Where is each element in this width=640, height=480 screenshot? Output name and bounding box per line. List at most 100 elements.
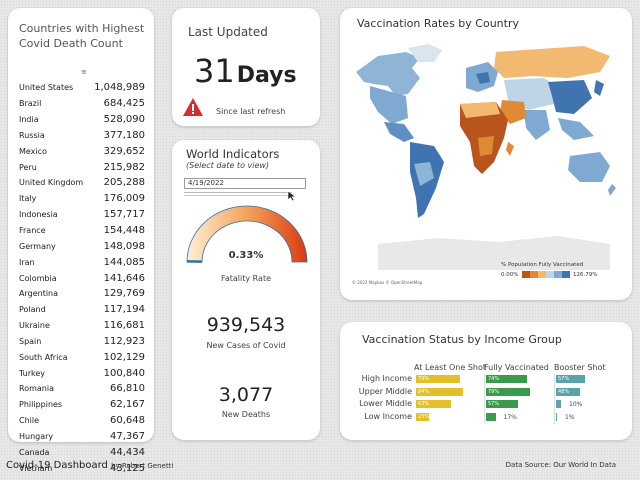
country-row[interactable]: Indonesia 157,717 — [19, 207, 145, 223]
country-name: Brazil — [19, 99, 42, 109]
country-name: France — [19, 226, 46, 236]
days-count: 31 — [194, 52, 235, 90]
income-row-label: Low Income — [364, 411, 412, 421]
map-legend-color-bar — [522, 271, 570, 278]
vaccination-map-title: Vaccination Rates by Country — [357, 17, 519, 30]
country-row[interactable]: Argentina 129,769 — [19, 286, 145, 302]
map-credit: © 2022 Mapbox © OpenStreetMap — [352, 280, 423, 285]
country-name: Philippines — [19, 400, 63, 410]
income-column-header: At Least One Shot — [414, 363, 487, 372]
income-bar-full[interactable]: 57% — [486, 400, 518, 408]
income-bar-one-shot[interactable]: 23% — [416, 412, 429, 421]
country-row[interactable]: Germany 148,098 — [19, 238, 145, 254]
legend-color-step — [522, 271, 530, 278]
legend-color-step — [546, 271, 554, 278]
country-deaths: 102,129 — [103, 351, 145, 363]
sort-icon[interactable]: ≡ — [81, 68, 87, 76]
country-row[interactable]: Iran 144,085 — [19, 254, 145, 270]
legend-color-step — [554, 271, 562, 278]
countries-death-card: Countries with Highest Covid Death Count… — [8, 8, 154, 474]
date-input[interactable]: 4/19/2022 — [184, 178, 306, 189]
country-row[interactable]: India 528,090 — [19, 112, 145, 128]
country-row[interactable]: Mexico 329,652 — [19, 143, 145, 159]
income-bar-full[interactable] — [486, 412, 496, 421]
country-name: United States — [19, 83, 74, 93]
country-row[interactable]: South Africa 102,129 — [19, 349, 145, 365]
country-row[interactable]: United States 1,048,989 — [19, 80, 145, 96]
country-name: Colombia — [19, 273, 57, 283]
dashboard-title-text: Covid-19 Dashboard — [6, 460, 108, 471]
country-name: Argentina — [19, 289, 59, 299]
new-deaths-value: 3,077 — [218, 384, 274, 406]
country-deaths: 112,923 — [103, 335, 145, 347]
warning-triangle-icon — [183, 98, 203, 116]
income-bar-value-label: 10% — [569, 401, 583, 408]
income-bar-one-shot[interactable]: 79% — [416, 375, 461, 383]
legend-color-step — [538, 271, 546, 278]
country-deaths: 154,448 — [103, 225, 145, 237]
income-row-label: Lower Middle — [359, 399, 412, 408]
country-deaths: 148,098 — [103, 240, 145, 252]
country-row[interactable]: Hungary 47,367 — [19, 429, 145, 445]
income-bar-one-shot[interactable]: 84% — [416, 387, 464, 396]
income-group-title: Vaccination Status by Income Group — [362, 333, 562, 346]
income-bar-booster[interactable] — [556, 400, 561, 408]
country-name: Germany — [19, 241, 56, 251]
new-cases-value: 939,543 — [206, 314, 286, 336]
income-bar-full[interactable]: 79% — [486, 387, 531, 396]
country-row[interactable]: Brazil 684,425 — [19, 96, 145, 112]
country-name: Russia — [19, 130, 45, 140]
country-row[interactable]: Spain 112,923 — [19, 334, 145, 350]
country-deaths: 141,646 — [103, 272, 145, 284]
dashboard-author: by Robert Genetti — [111, 462, 174, 470]
country-deaths: 62,167 — [110, 399, 145, 411]
income-bar-booster[interactable]: 48% — [556, 387, 580, 396]
country-row[interactable]: Romania 66,810 — [19, 381, 145, 397]
income-bar-booster[interactable] — [556, 412, 557, 421]
country-name: Poland — [19, 305, 46, 315]
country-row[interactable]: Colombia 141,646 — [19, 270, 145, 286]
country-deaths: 176,009 — [103, 193, 145, 205]
column-divider — [484, 374, 485, 424]
country-row[interactable]: Russia 377,180 — [19, 128, 145, 144]
mouse-cursor-icon — [287, 190, 297, 202]
country-deaths: 44,434 — [110, 446, 145, 458]
map-legend-max: 126.79% — [573, 272, 598, 278]
income-bar-one-shot[interactable]: 63% — [416, 400, 452, 408]
country-name: United Kingdom — [19, 178, 84, 188]
dashboard-title: Covid-19 Dashboard by Robert Genetti — [6, 460, 173, 471]
country-row[interactable]: Philippines 62,167 — [19, 397, 145, 413]
income-column-header: Booster Shot — [554, 363, 606, 372]
country-row[interactable]: France 154,448 — [19, 223, 145, 239]
new-cases-label: New Cases of Covid — [206, 341, 286, 350]
country-deaths: 60,648 — [110, 415, 145, 427]
central-africa-region[interactable] — [478, 136, 494, 156]
country-row[interactable]: Chile 60,648 — [19, 413, 145, 429]
country-row[interactable]: Peru 215,982 — [19, 159, 145, 175]
country-row[interactable]: Italy 176,009 — [19, 191, 145, 207]
country-deaths: 329,652 — [103, 145, 145, 157]
income-bar-value-label: 1% — [565, 413, 575, 421]
country-name: India — [19, 115, 39, 125]
legend-color-step — [562, 271, 570, 278]
country-name: Italy — [19, 194, 37, 204]
vaccination-map-card: Vaccination Rates by Country % Populatio… — [340, 8, 632, 300]
country-deaths: 157,717 — [103, 209, 145, 221]
country-row[interactable]: Ukraine 116,681 — [19, 318, 145, 334]
world-vaccination-map[interactable] — [348, 38, 620, 288]
country-name: Indonesia — [19, 210, 58, 220]
country-deaths: 377,180 — [103, 129, 145, 141]
country-row[interactable]: United Kingdom 205,288 — [19, 175, 145, 191]
country-row[interactable]: Turkey 100,840 — [19, 365, 145, 381]
income-bar-full[interactable]: 74% — [486, 375, 528, 383]
country-row[interactable]: Poland 117,194 — [19, 302, 145, 318]
country-row[interactable]: Canada 44,434 — [19, 444, 145, 460]
map-legend-title: % Population Fully Vaccinated — [501, 262, 584, 268]
date-slider[interactable] — [184, 192, 292, 196]
country-deaths: 116,681 — [103, 320, 145, 332]
country-name: Spain — [19, 336, 42, 346]
income-bar-booster[interactable]: 57% — [556, 375, 585, 383]
new-deaths-label: New Deaths — [221, 410, 271, 419]
map-legend-min: 0.00% — [501, 272, 519, 278]
days-unit: Days — [236, 63, 297, 88]
